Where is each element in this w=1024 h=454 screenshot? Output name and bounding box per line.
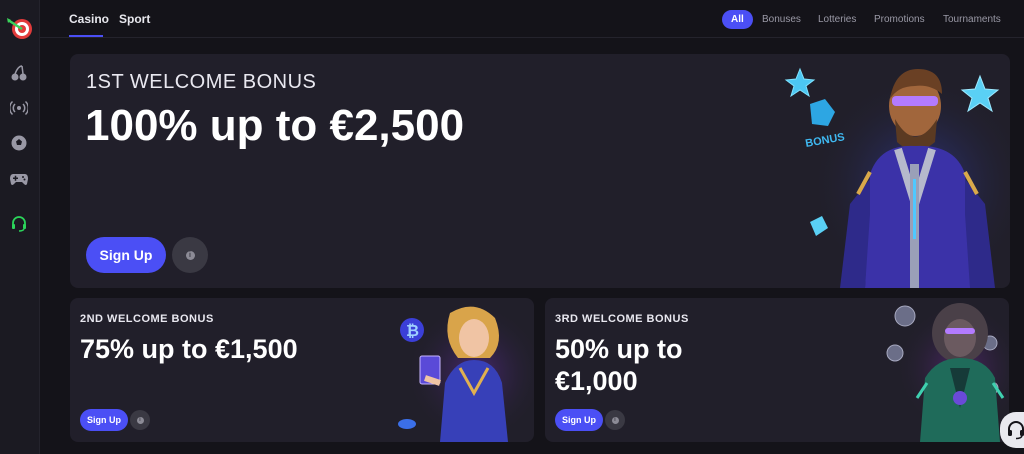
broadcast-icon[interactable] bbox=[8, 97, 30, 119]
bonus-3-sign-up-button[interactable]: Sign Up bbox=[555, 409, 603, 431]
bonus-3-headline-line-1: 50% up to bbox=[555, 334, 683, 364]
info-icon: i bbox=[185, 250, 195, 260]
tab-sport[interactable]: Sport bbox=[119, 12, 150, 26]
filter-promotions[interactable]: Promotions bbox=[874, 10, 925, 29]
bonus-2-headline: 75% up to €1,500 bbox=[80, 334, 298, 364]
filter-bonuses[interactable]: Bonuses bbox=[762, 10, 801, 29]
bonus-1-headline: 100% up to €2,500 bbox=[85, 101, 465, 150]
soccer-ball-icon[interactable] bbox=[8, 132, 30, 154]
bonus-2-info-button[interactable]: i bbox=[130, 410, 150, 430]
hero-character-illustration: BONUS bbox=[784, 67, 1010, 288]
headset-icon bbox=[1008, 421, 1024, 440]
support-agent-icon[interactable] bbox=[8, 213, 30, 235]
bonus-1-eyebrow: 1ST WELCOME BONUS bbox=[86, 71, 317, 93]
heroine-character-illustration: ₿ bbox=[398, 303, 534, 442]
info-icon: i bbox=[136, 416, 144, 424]
active-tab-indicator bbox=[69, 35, 103, 37]
bonus-1-info-button[interactable]: i bbox=[172, 237, 208, 273]
lion-character-illustration bbox=[886, 303, 1009, 442]
gamepad-icon[interactable] bbox=[8, 168, 30, 190]
cherries-icon[interactable] bbox=[8, 62, 30, 84]
bonus-card-1[interactable]: 1ST WELCOME BONUS 100% up to €2,500 Sign… bbox=[70, 54, 1010, 288]
bonus-3-eyebrow: 3RD WELCOME BONUS bbox=[555, 313, 689, 325]
tab-casino[interactable]: Casino bbox=[69, 12, 109, 26]
bonus-1-sign-up-button[interactable]: Sign Up bbox=[86, 237, 166, 273]
bonus-3-info-button[interactable]: i bbox=[605, 410, 625, 430]
filter-lotteries[interactable]: Lotteries bbox=[818, 10, 856, 29]
filter-all[interactable]: All bbox=[722, 10, 753, 29]
live-support-button[interactable] bbox=[1000, 412, 1024, 448]
sidebar bbox=[0, 0, 40, 454]
svg-text:₿: ₿ bbox=[406, 322, 419, 340]
bonus-2-eyebrow: 2ND WELCOME BONUS bbox=[80, 313, 214, 325]
bonus-card-3[interactable]: 3RD WELCOME BONUS 50% up to €1,000 Sign … bbox=[545, 298, 1009, 442]
target-logo-icon[interactable] bbox=[5, 14, 33, 42]
bonus-2-sign-up-button[interactable]: Sign Up bbox=[80, 409, 128, 431]
filter-tournaments[interactable]: Tournaments bbox=[943, 10, 1001, 29]
bonus-3-headline-line-2: €1,000 bbox=[555, 366, 638, 396]
bonus-card-2[interactable]: 2ND WELCOME BONUS 75% up to €1,500 Sign … bbox=[70, 298, 534, 442]
info-icon: i bbox=[611, 416, 619, 424]
